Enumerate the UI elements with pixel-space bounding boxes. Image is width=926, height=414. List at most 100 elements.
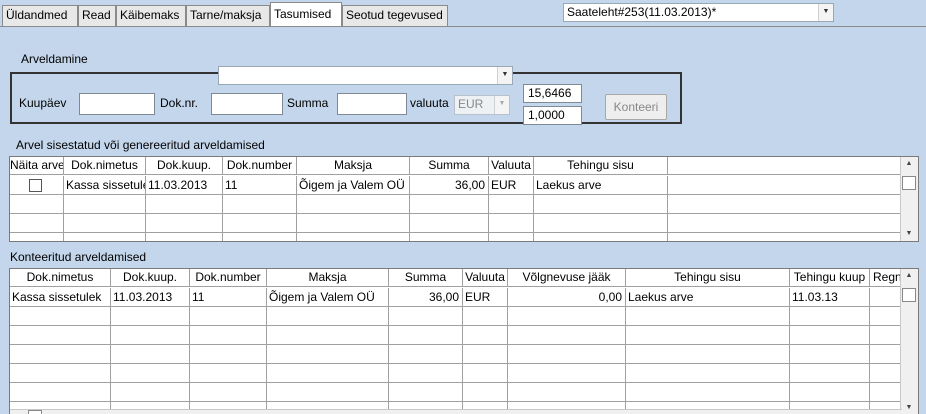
table-cell[interactable]: 36,00 [410,176,489,195]
scroll-thumb[interactable] [902,288,916,302]
table-cell[interactable] [668,195,902,214]
table-cell[interactable]: 11.03.2013 [146,176,223,195]
grid2-header[interactable]: Regn [870,269,902,287]
grid2-header[interactable]: Tehingu kuup [790,269,870,287]
grid2-header[interactable]: Dok.nimetus [10,269,111,287]
grid2-scrollbar[interactable]: ▲ ▼ [900,269,918,414]
table-cell[interactable] [297,195,410,214]
grid1-header[interactable]: Summa [410,157,489,175]
valuuta-label: valuuta [410,96,449,110]
grid2-header[interactable]: Valuuta [463,269,508,287]
scroll-up-icon[interactable]: ▲ [901,157,917,171]
table-cell[interactable] [489,195,534,214]
grid1-cell-checkbox[interactable] [10,176,64,195]
table-cell[interactable]: Kassa sissetulek [10,288,111,307]
table-cell[interactable]: Õigem ja Valem OÜ [267,288,389,307]
table-cell[interactable]: 11.03.2013 [111,288,190,307]
summa-input[interactable] [337,93,407,115]
table-cell[interactable]: 0,00 [508,288,626,307]
table-cell[interactable]: Kassa sissetulek [64,176,146,195]
table-cell[interactable]: Laekus arve [534,176,668,195]
kuupaev-input[interactable] [79,93,155,115]
grid2-header[interactable]: Summa [389,269,463,287]
table-cell[interactable]: EUR [463,288,508,307]
table-row[interactable] [10,383,902,402]
doknr-input[interactable] [211,93,283,115]
table-cell[interactable] [668,233,902,241]
grid2-header[interactable]: Dok.kuup. [111,269,190,287]
scroll-down-icon[interactable]: ▼ [901,401,917,414]
grid1-header[interactable]: Tehingu sisu [534,157,668,175]
scroll-up-icon[interactable]: ▲ [901,269,917,283]
table-row[interactable] [10,345,902,364]
tab-tasumised[interactable]: Tasumised [270,2,342,27]
table-row[interactable] [10,307,902,326]
table-cell[interactable] [534,233,668,241]
grid1-scrollbar[interactable]: ▲ ▼ [900,157,918,241]
valuuta-select[interactable]: EUR ▼ [454,95,510,115]
table-row[interactable] [10,326,902,345]
column-divider [625,307,626,414]
table-cell[interactable] [10,214,64,233]
table-cell[interactable] [64,214,146,233]
table-cell[interactable] [410,214,489,233]
rate-input-2[interactable]: 1,0000 [523,106,582,125]
tab-tarne-maksja[interactable]: Tarne/maksja [186,5,270,26]
table-cell[interactable]: EUR [489,176,534,195]
table-cell[interactable] [297,214,410,233]
grid1-header[interactable]: Dok.kuup. [146,157,223,175]
arveldamine-combo[interactable]: ▼ [218,66,513,85]
table-cell[interactable] [10,233,64,241]
grid1-header[interactable]: Näita arve [10,157,64,175]
rate-input-1[interactable]: 15,6466 [523,84,582,103]
tab-uldandmed[interactable]: Üldandmed [2,5,78,26]
table-cell[interactable] [64,195,146,214]
table-cell[interactable]: 36,00 [389,288,463,307]
table-cell[interactable] [146,214,223,233]
table-cell[interactable] [870,288,902,307]
grid2-header[interactable]: Võlgnevuse jääk [508,269,626,287]
table-cell[interactable] [64,233,146,241]
table-cell[interactable] [489,214,534,233]
table-cell[interactable]: 11 [223,176,297,195]
table-cell[interactable] [223,214,297,233]
grid1-header[interactable]: Valuuta [489,157,534,175]
checkbox[interactable] [29,179,42,193]
table-cell[interactable] [223,195,297,214]
table-cell[interactable] [10,195,64,214]
grid2-hscrollbar[interactable] [10,409,902,414]
grid2-header[interactable]: Tehingu sisu [626,269,790,287]
tab-seotud-tegevused[interactable]: Seotud tegevused [342,5,448,26]
table-cell[interactable] [223,233,297,241]
table-cell[interactable]: 11.03.13 [790,288,870,307]
table-cell[interactable] [489,233,534,241]
chevron-down-icon[interactable]: ▼ [494,96,509,114]
scroll-down-icon[interactable]: ▼ [901,227,917,241]
table-cell[interactable] [410,195,489,214]
tab-kaibemaks[interactable]: Käibemaks [116,5,186,26]
tab-read[interactable]: Read [78,5,116,26]
chevron-down-icon[interactable]: ▼ [497,67,512,84]
grid1-header[interactable]: Maksja [297,157,410,175]
grid2-header[interactable]: Maksja [267,269,389,287]
table-cell[interactable]: Õigem ja Valem OÜ [297,176,410,195]
table-cell[interactable] [668,176,902,195]
table-row[interactable] [10,364,902,383]
konteeri-button[interactable]: Konteeri [605,94,667,120]
hscroll-thumb[interactable] [28,410,42,414]
table-cell[interactable] [146,233,223,241]
table-cell[interactable] [668,214,902,233]
table-cell[interactable] [297,233,410,241]
chevron-down-icon[interactable]: ▼ [818,4,833,21]
table-cell[interactable] [534,195,668,214]
scroll-thumb[interactable] [902,176,916,190]
table-cell[interactable] [146,195,223,214]
table-cell[interactable]: 11 [190,288,267,307]
document-select[interactable]: Saateleht#253(11.03.2013)* ▼ [563,3,834,22]
grid1-header[interactable]: Dok.nimetus [64,157,146,175]
table-cell[interactable]: Laekus arve [626,288,790,307]
table-cell[interactable] [410,233,489,241]
table-cell[interactable] [534,214,668,233]
grid2-header[interactable]: Dok.number [190,269,267,287]
grid1-header[interactable]: Dok.number [223,157,297,175]
